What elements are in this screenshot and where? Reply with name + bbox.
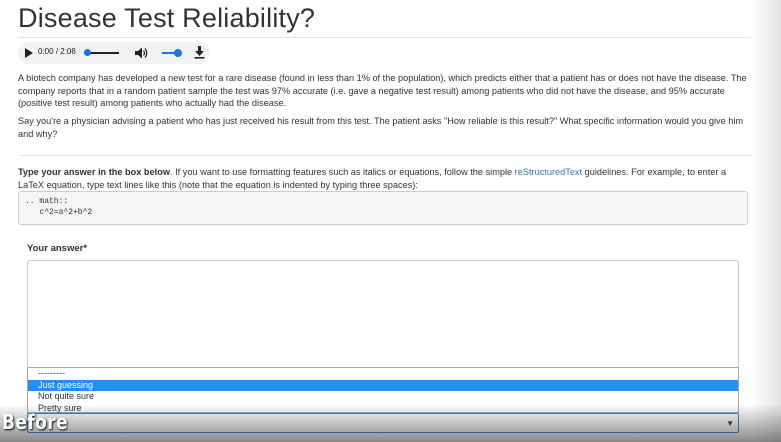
play-icon[interactable] bbox=[25, 48, 33, 58]
code-example-text: .. math:: c^2=a^2+b^2 bbox=[25, 197, 93, 217]
instructions-bold: Type your answer in the box below bbox=[18, 167, 170, 177]
seek-handle[interactable] bbox=[84, 49, 91, 56]
question-paragraph-2: Say you're a physician advising a patien… bbox=[18, 116, 744, 139]
dropdown-option[interactable]: Not quite sure bbox=[28, 391, 738, 403]
answer-label: Your answer* bbox=[27, 243, 88, 254]
answer-textarea[interactable] bbox=[27, 260, 739, 368]
chevron-down-icon[interactable]: ▼ bbox=[726, 419, 734, 428]
confidence-select[interactable]: ▼ bbox=[27, 413, 739, 433]
page-title: Disease Test Reliability? bbox=[18, 3, 316, 33]
restructuredtext-link[interactable]: reStructuredText bbox=[515, 167, 582, 177]
dropdown-option[interactable]: --------- bbox=[28, 368, 738, 380]
instructions-text-1: . If you want to use formatting features… bbox=[169, 167, 515, 177]
section-divider bbox=[18, 155, 751, 156]
before-overlay-label: Before bbox=[2, 410, 69, 434]
volume-handle[interactable] bbox=[174, 49, 182, 57]
title-divider bbox=[18, 37, 751, 38]
code-example: .. math:: c^2=a^2+b^2 bbox=[18, 191, 748, 225]
download-icon[interactable] bbox=[194, 46, 205, 59]
audio-player[interactable]: 0:00 / 2:08 bbox=[18, 42, 210, 64]
dropdown-option-highlighted[interactable]: Just guessing bbox=[28, 379, 738, 391]
side-shade bbox=[751, 0, 781, 442]
question-paragraph-1: A biotech company has developed a new te… bbox=[18, 73, 747, 108]
audio-time: 0:00 / 2:08 bbox=[38, 47, 76, 56]
volume-icon[interactable] bbox=[135, 47, 148, 59]
answer-instructions: Type your answer in the box below. If yo… bbox=[18, 166, 748, 191]
confidence-dropdown-list[interactable]: --------- Just guessing Not quite sure P… bbox=[27, 367, 739, 413]
